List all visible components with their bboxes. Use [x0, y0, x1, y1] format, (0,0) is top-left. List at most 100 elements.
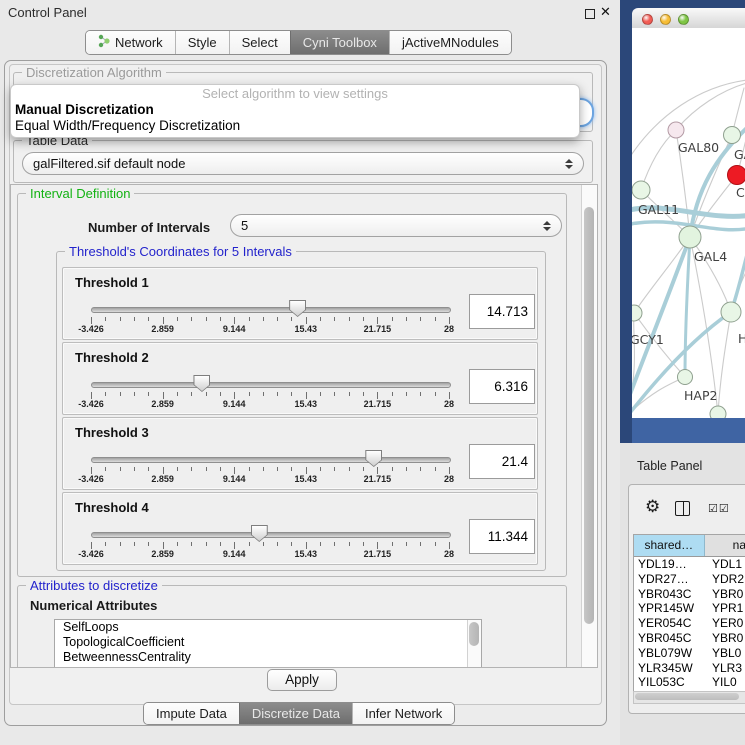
threshold-value-field[interactable]: 21.4: [469, 444, 535, 479]
cell-shared-name[interactable]: YBR043C: [634, 587, 711, 602]
slider-track[interactable]: [91, 457, 451, 463]
table-row[interactable]: YLR345WYLR3: [634, 661, 745, 676]
close-traffic-light-icon[interactable]: [642, 14, 653, 25]
cell-name[interactable]: YDL1: [711, 557, 745, 572]
table-data-combobox[interactable]: galFiltered.sif default node: [22, 152, 584, 175]
tab-jactivemnodules[interactable]: jActiveMNodules: [389, 31, 511, 54]
cell-shared-name[interactable]: YDL19…: [634, 557, 711, 572]
cell-name[interactable]: YBR0: [711, 631, 745, 646]
thresholds-group: Threshold's Coordinates for 5 Intervals …: [56, 251, 546, 571]
network-node-c[interactable]: [728, 166, 745, 185]
cell-name[interactable]: YER0: [711, 616, 745, 631]
network-edge-highlighted[interactable]: [731, 240, 745, 312]
apply-button[interactable]: Apply: [267, 669, 337, 691]
network-edge[interactable]: [641, 130, 676, 190]
network-edge-highlighted[interactable]: [685, 237, 690, 377]
threshold-value-field[interactable]: 6.316: [469, 369, 535, 404]
numerical-attributes-label: Numerical Attributes: [30, 598, 157, 613]
dropdown-option-manual-discretization[interactable]: Manual Discretization: [11, 102, 579, 118]
node-table[interactable]: shared… na YDL19…YDL1YDR27…YDR2YBR043CYB…: [633, 534, 745, 691]
slider-track[interactable]: [91, 307, 451, 313]
network-node-hap2[interactable]: [678, 370, 693, 385]
network-edge[interactable]: [632, 377, 685, 416]
column-header-name[interactable]: na: [705, 535, 745, 556]
attribute-item-selfloops[interactable]: SelfLoops: [55, 620, 481, 635]
dropdown-option-equal-width-frequency-discretization[interactable]: Equal Width/Frequency Discretization: [11, 118, 579, 134]
table-row[interactable]: YBL079WYBL0: [634, 646, 745, 661]
zoom-traffic-light-icon[interactable]: [678, 14, 689, 25]
table-row[interactable]: YIL053CYIL0: [634, 675, 745, 690]
cell-name[interactable]: YIL0: [711, 675, 745, 690]
network-edge[interactable]: [718, 312, 731, 414]
network-edge[interactable]: [632, 313, 635, 416]
tab-label: Select: [242, 35, 278, 50]
network-node-gal4[interactable]: [679, 226, 701, 248]
table-hscrollbar-thumb[interactable]: [635, 693, 739, 700]
select-columns-icon[interactable]: ☑☑: [708, 502, 730, 515]
slider-thumb[interactable]: [365, 450, 382, 467]
close-icon[interactable]: ✕: [600, 4, 611, 20]
algorithm-dropdown-popup: Select algorithm to view settings Manual…: [10, 84, 580, 138]
cell-shared-name[interactable]: YBR045C: [634, 631, 711, 646]
threshold-value-field[interactable]: 11.344: [469, 519, 535, 554]
network-node-ha[interactable]: [721, 302, 741, 322]
tab-style[interactable]: Style: [175, 31, 229, 54]
cell-name[interactable]: YBL0: [711, 646, 745, 661]
slider-thumb[interactable]: [289, 300, 306, 317]
network-node-ga[interactable]: [724, 127, 741, 144]
table-row[interactable]: YDR27…YDR2: [634, 572, 745, 587]
table-row[interactable]: YDL19…YDL1: [634, 557, 745, 572]
network-node-gal11[interactable]: [632, 181, 650, 199]
bottom-tab-infer-network[interactable]: Infer Network: [352, 703, 454, 724]
network-window-titlebar[interactable]: [632, 8, 745, 29]
cell-shared-name[interactable]: YLR345W: [634, 661, 711, 676]
network-node-gcy1[interactable]: [632, 305, 642, 321]
tab-select[interactable]: Select: [229, 31, 290, 54]
attribute-item-betweennesscentrality[interactable]: BetweennessCentrality: [55, 650, 481, 665]
cell-shared-name[interactable]: YIL053C: [634, 675, 711, 690]
network-edge[interactable]: [634, 237, 690, 313]
cell-shared-name[interactable]: YER054C: [634, 616, 711, 631]
list-scrollbar[interactable]: [467, 620, 481, 668]
cell-shared-name[interactable]: YDR27…: [634, 572, 711, 587]
table-row[interactable]: YER054CYER0: [634, 616, 745, 631]
table-row[interactable]: YBR043CYBR0: [634, 587, 745, 602]
network-node-label: C: [736, 185, 745, 200]
cell-shared-name[interactable]: YBL079W: [634, 646, 711, 661]
attribute-item-topologicalcoefficient[interactable]: TopologicalCoefficient: [55, 635, 481, 650]
bottom-tab-impute-data[interactable]: Impute Data: [144, 703, 239, 724]
slider-ticks: [91, 542, 449, 549]
gear-icon[interactable]: ⚙: [645, 498, 660, 515]
cell-name[interactable]: YLR3: [711, 661, 745, 676]
pane-scrollbar[interactable]: [581, 185, 597, 667]
cell-name[interactable]: YPR1: [711, 601, 745, 616]
column-header-shared-name[interactable]: shared…: [634, 535, 705, 556]
slider-track[interactable]: [91, 532, 451, 538]
threshold-value-field[interactable]: 14.713: [469, 294, 535, 329]
tab-cyni-toolbox[interactable]: Cyni Toolbox: [290, 31, 389, 54]
slider-ticks: [91, 317, 449, 324]
network-node-gal80[interactable]: [668, 122, 684, 138]
bottom-tab-discretize-data[interactable]: Discretize Data: [239, 703, 352, 724]
slider-thumb[interactable]: [193, 375, 210, 392]
table-row[interactable]: YPR145WYPR1: [634, 601, 745, 616]
slider-track[interactable]: [91, 382, 451, 388]
network-canvas[interactable]: GAL80GACGAL11GAL4GCY1HAHAP2: [632, 28, 745, 418]
cell-name[interactable]: YDR2: [711, 572, 745, 587]
slider-thumb[interactable]: [251, 525, 268, 542]
num-intervals-combobox[interactable]: 5: [230, 214, 562, 237]
tab-network[interactable]: Network: [86, 31, 175, 54]
cell-shared-name[interactable]: YPR145W: [634, 601, 711, 616]
table-row[interactable]: YBR045CYBR0: [634, 631, 745, 646]
table-hscrollbar[interactable]: [633, 691, 745, 704]
numerical-attributes-list[interactable]: SelfLoopsTopologicalCoefficientBetweenne…: [54, 619, 482, 668]
minimize-traffic-light-icon[interactable]: [660, 14, 671, 25]
list-scrollbar-thumb[interactable]: [469, 622, 479, 646]
cell-name[interactable]: YBR0: [711, 587, 745, 602]
network-node[interactable]: [710, 406, 726, 418]
dropdown-placeholder-item[interactable]: Select algorithm to view settings: [11, 85, 579, 102]
split-column-icon[interactable]: [675, 501, 690, 516]
network-node-label: HAP2: [684, 388, 717, 403]
float-icon[interactable]: [585, 9, 595, 19]
pane-scrollbar-thumb[interactable]: [584, 207, 594, 624]
